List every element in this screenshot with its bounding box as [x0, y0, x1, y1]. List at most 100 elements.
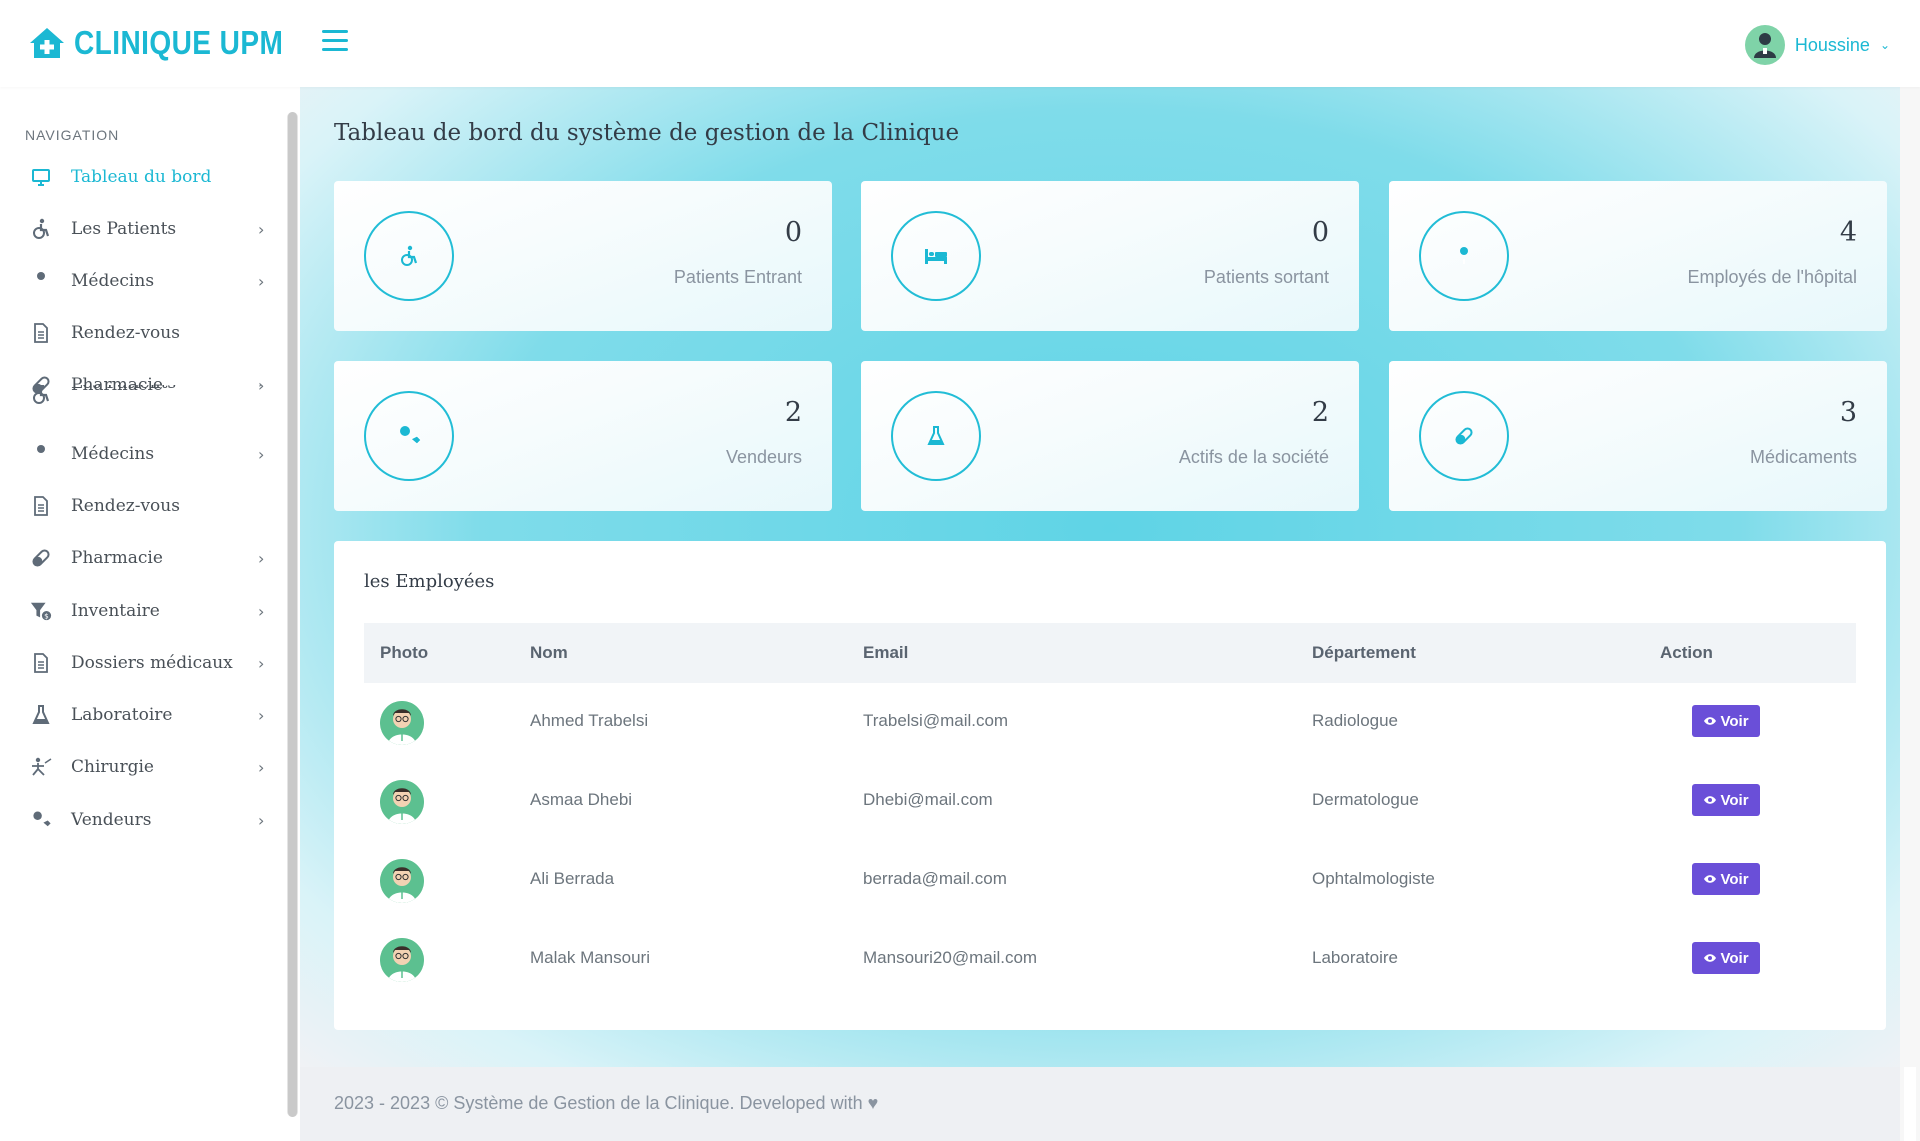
user-tag-icon: [364, 391, 454, 481]
view-button[interactable]: Voir: [1692, 863, 1760, 895]
view-button[interactable]: Voir: [1692, 942, 1760, 974]
panel-title: les Employées: [364, 571, 495, 592]
sidebar-item-chirurgie[interactable]: Chirurgie ›: [0, 747, 280, 787]
employee-name: Ahmed Trabelsi: [530, 711, 649, 730]
bed-icon: [891, 211, 981, 301]
sidebar-item-label: Pharmacie: [71, 548, 163, 568]
employee-department: Laboratoire: [1312, 948, 1399, 967]
stat-label: Vendeurs: [725, 447, 802, 467]
avatar: [380, 938, 424, 982]
stat-value: 2: [1311, 397, 1329, 428]
sidebar-item-pharmacie[interactable]: Pharmacie ›: [0, 538, 280, 578]
doctor-icon: [30, 270, 52, 292]
stat-card: 2 Actifs de la société: [861, 361, 1359, 511]
sidebar-item-label: Inventaire: [71, 601, 160, 621]
column-header-email: Email: [863, 643, 909, 662]
stat-card: 3 Médicaments: [1389, 361, 1887, 511]
employee-name: Malak Mansouri: [530, 948, 650, 967]
user-tag-icon: [30, 809, 52, 831]
chevron-down-icon: ⌄: [1879, 38, 1890, 52]
stat-label: Employés de l'hôpital: [1687, 267, 1857, 287]
stat-value: 2: [784, 397, 802, 428]
chevron-right-icon: ›: [258, 653, 265, 673]
wheelchair-icon: [30, 385, 52, 405]
view-button[interactable]: Voir: [1692, 705, 1760, 737]
doctor-icon: [30, 443, 52, 465]
employee-email: Mansouri20@mail.com: [863, 948, 1038, 967]
sidebar-item-label: Rendez-vous: [71, 496, 180, 516]
page-scrollbar-thumb[interactable]: [1904, 1067, 1916, 1141]
sidebar-item-laboratoire[interactable]: Laboratoire ›: [0, 695, 280, 735]
menu-toggle-button[interactable]: [322, 30, 350, 54]
sidebar-item-vendeurs[interactable]: Vendeurs ›: [0, 800, 280, 840]
chevron-right-icon: ›: [258, 810, 265, 830]
view-button-label: Voir: [1720, 949, 1749, 967]
stat-value: 3: [1839, 397, 1857, 428]
sidebar-item-label: Laboratoire: [71, 705, 173, 725]
sidebar-item-label: Les Patients: [71, 219, 177, 239]
sidebar-item-les-patients[interactable]: Les Patients ›: [0, 385, 280, 405]
sidebar: NAVIGATION Tableau du bord Les Patients › M…: [0, 87, 300, 1141]
brand-name: CLINIQUE UPM: [74, 24, 284, 61]
sidebar-item-label: Tableau du bord: [71, 167, 212, 187]
wheelchair-icon: [30, 218, 52, 240]
sidebar-item-label: Vendeurs: [71, 810, 152, 830]
user-menu[interactable]: Houssine ⌄: [1744, 25, 1890, 65]
stat-label: Patients Entrant: [673, 267, 802, 287]
employee-email: berrada@mail.com: [863, 869, 1007, 888]
brand-logo[interactable]: CLINIQUE UPM: [28, 24, 320, 62]
sidebar-item-label: Chirurgie: [71, 757, 154, 777]
stat-card: 0 Patients Entrant: [334, 181, 832, 331]
avatar: [1744, 25, 1785, 65]
sidebar-item-inventaire[interactable]: $ Inventaire ›: [0, 591, 280, 631]
sidebar-item-label: Médecins: [71, 271, 155, 291]
employee-department: Dermatologue: [1312, 790, 1419, 809]
column-header-name: Nom: [530, 643, 568, 662]
sidebar-item-tableau-du-bord[interactable]: Tableau du bord: [0, 157, 280, 197]
view-button-label: Voir: [1720, 870, 1749, 888]
stat-label: Patients sortant: [1203, 267, 1329, 287]
stat-value: 0: [784, 217, 802, 248]
chevron-right-icon: ›: [258, 548, 265, 568]
stat-card: 4 Employés de l'hôpital: [1389, 181, 1887, 331]
column-header-action: Action: [1660, 643, 1713, 662]
sidebar-item-dossiers-medicaux[interactable]: Dossiers médicaux ›: [0, 643, 280, 683]
sidebar-item-label: Médecins: [71, 444, 155, 464]
sidebar-item-les-patients[interactable]: Les Patients ›: [0, 209, 280, 249]
eye-icon: [1703, 950, 1717, 967]
avatar: [380, 780, 424, 824]
clinic-home-icon: [30, 28, 64, 58]
employee-department: Radiologue: [1312, 711, 1399, 730]
sidebar-item-medecins[interactable]: Médecins ›: [0, 261, 280, 301]
eye-icon: [1703, 871, 1717, 888]
stat-card: 0 Patients sortant: [861, 181, 1359, 331]
file-icon: [30, 322, 52, 344]
flask-icon: [30, 704, 52, 726]
table-row: Ahmed Trabelsi Trabelsi@mail.com Radiologu…: [364, 683, 1856, 762]
column-header-department: Département: [1312, 643, 1416, 662]
doctor-icon: [1419, 211, 1509, 301]
stat-value: 4: [1839, 217, 1857, 248]
flask-icon: [891, 391, 981, 481]
pill-icon: [30, 547, 52, 569]
avatar: [380, 859, 424, 903]
stat-value: 0: [1311, 217, 1329, 248]
table-header: Photo Nom Email Département Action: [364, 623, 1856, 683]
sidebar-item-rendez-vous[interactable]: Rendez-vous: [0, 486, 280, 526]
user-doctor-icon: [1753, 33, 1776, 58]
sidebar-item-rendez-vous[interactable]: Rendez-vous: [0, 313, 280, 353]
avatar: [380, 701, 424, 745]
table-row: Ali Berrada berrada@mail.com Ophtalmologis…: [364, 841, 1856, 920]
sidebar-scrollbar-thumb[interactable]: [288, 112, 297, 1117]
stat-label: Actifs de la société: [1178, 447, 1329, 467]
chevron-right-icon: ›: [258, 757, 265, 777]
column-header-photo: Photo: [380, 643, 429, 662]
sidebar-item-label: Les Patients: [71, 385, 176, 393]
view-button-label: Voir: [1720, 712, 1749, 730]
employee-email: Trabelsi@mail.com: [863, 711, 1009, 730]
page-scrollbar-track[interactable]: [1900, 87, 1920, 1141]
eye-icon: [1703, 792, 1717, 809]
sidebar-item-medecins[interactable]: Médecins ›: [0, 434, 280, 474]
table-row: Malak Mansouri Mansouri20@mail.com Laborat…: [364, 920, 1856, 999]
view-button[interactable]: Voir: [1692, 784, 1760, 816]
